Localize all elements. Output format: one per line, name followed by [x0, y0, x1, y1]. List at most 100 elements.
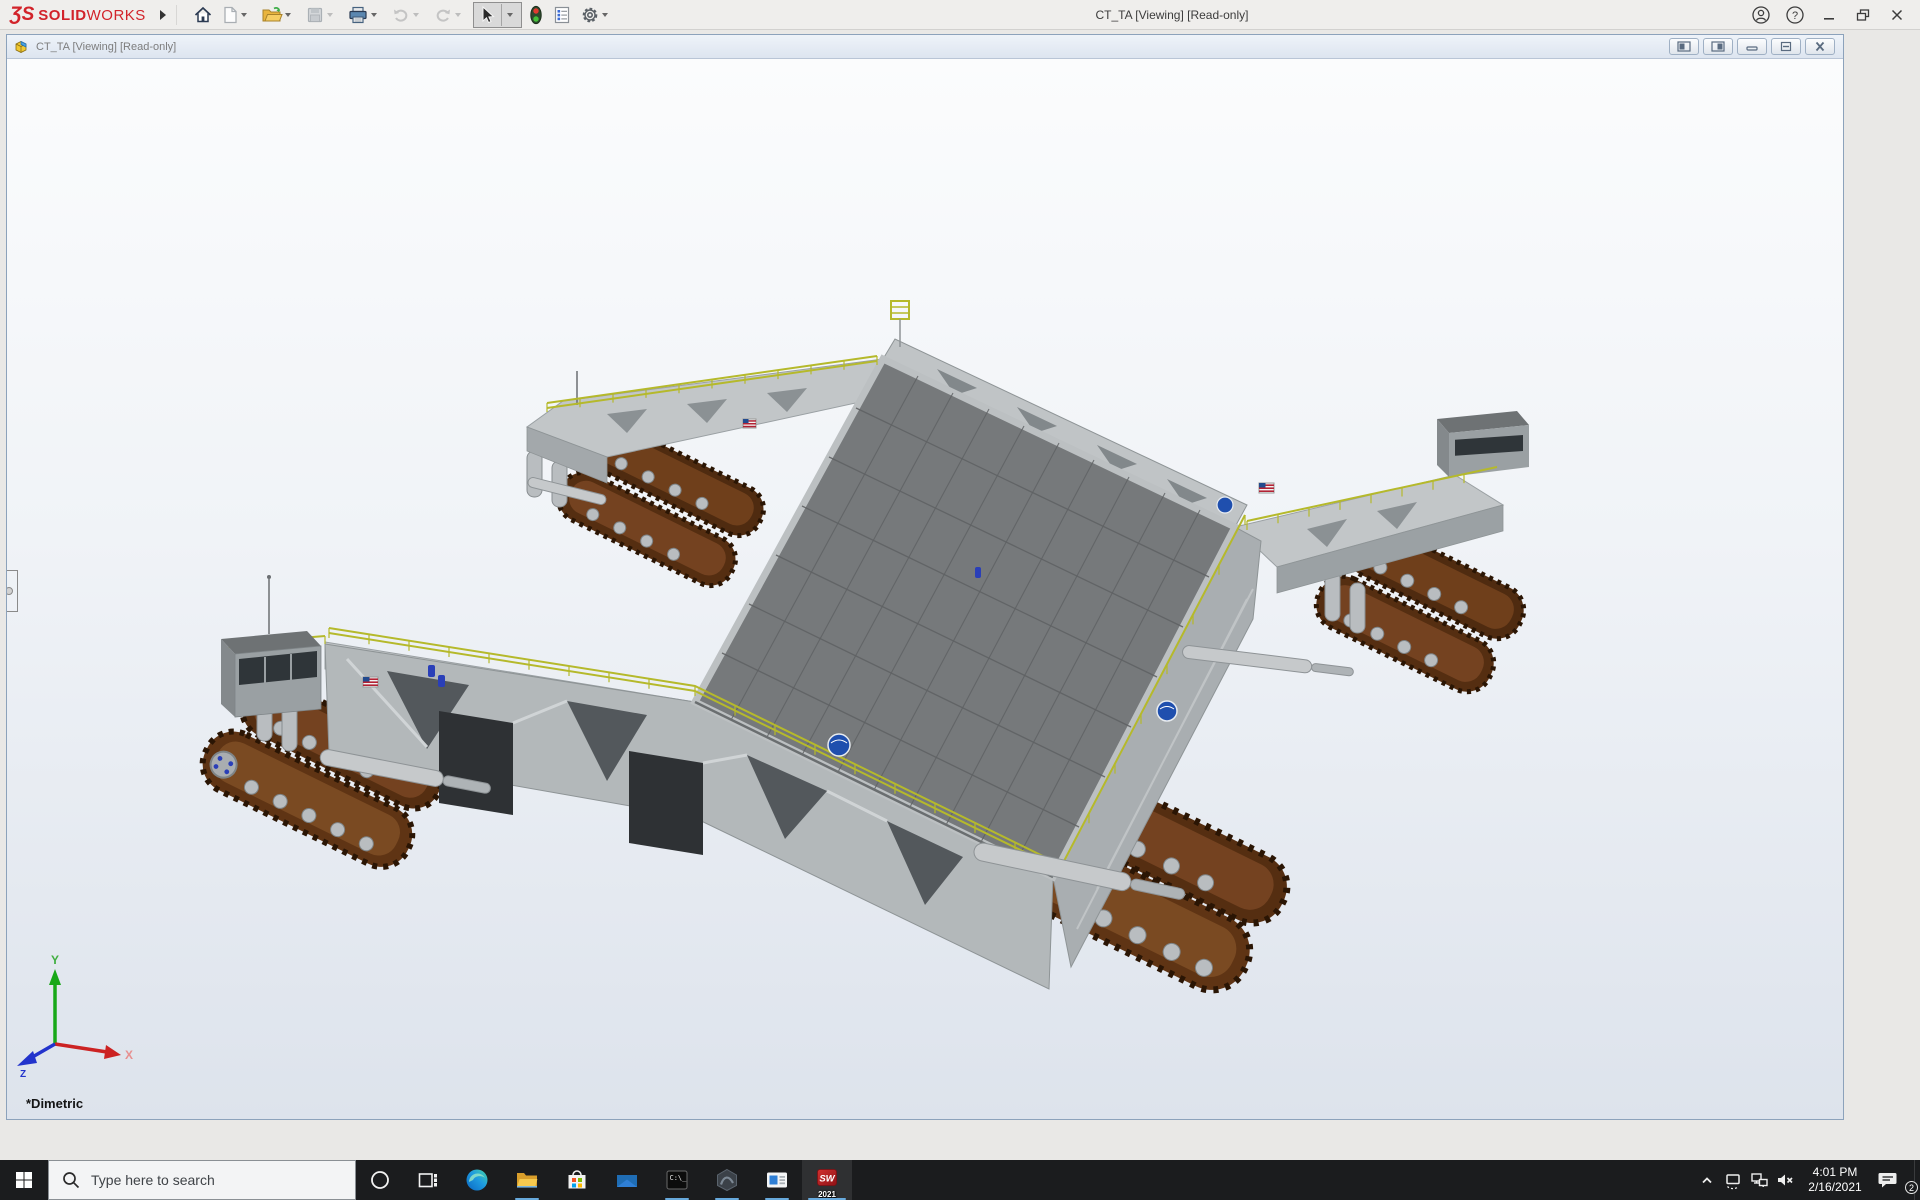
hidden-icons-chevron[interactable]	[1694, 1160, 1720, 1200]
task-view-button[interactable]	[404, 1160, 452, 1200]
start-button[interactable]	[0, 1160, 48, 1200]
display-cast-icon	[1723, 1170, 1743, 1190]
rebuild-button[interactable]	[524, 1, 548, 29]
mail-icon	[614, 1167, 640, 1193]
title-bar: ƷS SOLID WORKS	[0, 0, 1920, 30]
new-document-dropdown[interactable]	[241, 13, 247, 17]
doc-restore-button[interactable]	[1771, 38, 1801, 55]
minimize-button[interactable]	[1812, 0, 1846, 30]
brand-solid: SOLID	[38, 7, 86, 24]
window-controls: ?	[1744, 0, 1914, 30]
taskbar-app-microsoft-store[interactable]	[552, 1160, 602, 1200]
edge-icon	[464, 1167, 490, 1193]
print-dropdown[interactable]	[371, 13, 377, 17]
taskbar-app-mail[interactable]	[602, 1160, 652, 1200]
tile-left-button[interactable]	[1669, 38, 1699, 55]
show-desktop-button[interactable]	[1914, 1160, 1920, 1200]
taskbar-app-command-prompt[interactable]: C:\_	[652, 1160, 702, 1200]
triad-y-label: Y	[51, 953, 59, 967]
taskbar-app-hexagon[interactable]	[702, 1160, 752, 1200]
account-button[interactable]	[1744, 0, 1778, 30]
select-cursor-icon	[476, 4, 498, 26]
action-center-button[interactable]: 2	[1872, 1160, 1906, 1200]
taskbar-app-edge[interactable]	[452, 1160, 502, 1200]
network-icon	[1749, 1170, 1769, 1190]
network-button[interactable]	[1746, 1160, 1772, 1200]
cortana-icon	[369, 1169, 391, 1191]
pane-handle-knob[interactable]	[7, 587, 13, 595]
file-properties-button[interactable]	[548, 1, 576, 29]
taskbar-clock[interactable]: 4:01 PM 2/16/2021	[1802, 1165, 1868, 1195]
solidworks-application: ƷS SOLID WORKS	[0, 0, 1920, 1200]
cortana-button[interactable]	[356, 1160, 404, 1200]
solidworks-year-label: 2021	[818, 1190, 836, 1199]
open-dropdown[interactable]	[285, 13, 291, 17]
workspace: CT_TA [Viewing] [Read-only]	[0, 30, 1920, 1160]
select-dropdown[interactable]	[507, 13, 513, 17]
doc-minimize-icon	[1745, 41, 1759, 52]
redo-dropdown[interactable]	[455, 13, 461, 17]
undo-dropdown[interactable]	[413, 13, 419, 17]
select-tool-pressed[interactable]	[473, 2, 522, 28]
doc-minimize-button[interactable]	[1737, 38, 1767, 55]
restore-button[interactable]	[1846, 0, 1880, 30]
taskbar-app-file-explorer[interactable]	[502, 1160, 552, 1200]
search-input[interactable]	[91, 1172, 341, 1188]
action-center-icon	[1876, 1167, 1902, 1193]
search-icon	[61, 1170, 81, 1190]
system-tray: 4:01 PM 2/16/2021 2	[1694, 1160, 1920, 1200]
close-button[interactable]	[1880, 0, 1914, 30]
display-cast-button[interactable]	[1720, 1160, 1746, 1200]
home-button[interactable]	[189, 1, 217, 29]
document-title-bar[interactable]: CT_TA [Viewing] [Read-only]	[7, 35, 1843, 59]
new-document-icon	[221, 5, 239, 25]
doc-close-button[interactable]	[1805, 38, 1835, 55]
taskbar-app-solidworks[interactable]: SW 2021	[802, 1160, 852, 1200]
print-icon	[347, 5, 369, 25]
options-button[interactable]	[576, 1, 618, 29]
taskbar-app-window[interactable]	[752, 1160, 802, 1200]
close-icon	[1889, 7, 1905, 23]
taskbar-search-box[interactable]	[48, 1160, 356, 1200]
save-icon	[305, 5, 325, 25]
feature-manager-collapsed-handle[interactable]	[7, 570, 18, 612]
chevron-up-icon	[1698, 1171, 1716, 1189]
volume-muted-icon	[1775, 1170, 1795, 1190]
notification-count-badge: 2	[1905, 1181, 1918, 1194]
cmd-glyph: C:\_	[670, 1174, 688, 1182]
new-document-button[interactable]	[217, 1, 257, 29]
options-dropdown[interactable]	[602, 13, 608, 17]
task-view-icon	[417, 1169, 439, 1191]
undo-button[interactable]	[387, 1, 429, 29]
command-prompt-icon: C:\_	[664, 1167, 690, 1193]
triad-z-label: Z	[20, 1069, 26, 1080]
operator-cab	[221, 575, 321, 717]
tile-right-button[interactable]	[1703, 38, 1733, 55]
document-window-buttons	[1669, 38, 1835, 55]
print-button[interactable]	[343, 1, 387, 29]
volume-button[interactable]	[1772, 1160, 1798, 1200]
save-dropdown[interactable]	[327, 13, 333, 17]
view-orientation-label: *Dimetric	[26, 1096, 83, 1111]
graphics-viewport[interactable]: Y X Z *Dimetric	[7, 59, 1843, 1119]
options-gear-icon	[580, 5, 600, 25]
crawler-transporter-model[interactable]: Y X Z	[7, 59, 1843, 1119]
quick-access-toolbar	[189, 0, 618, 30]
hexagon-app-icon	[714, 1167, 740, 1193]
file-explorer-icon	[514, 1167, 540, 1193]
open-folder-icon	[261, 5, 283, 25]
solidworks-logo: ƷS SOLID WORKS	[10, 4, 146, 26]
tile-left-icon	[1677, 41, 1691, 52]
menu-flyout-arrow-icon[interactable]	[160, 10, 166, 20]
svg-text:?: ?	[1792, 10, 1798, 22]
save-button[interactable]	[301, 1, 343, 29]
restore-icon	[1855, 7, 1871, 23]
open-button[interactable]	[257, 1, 301, 29]
brand-works: WORKS	[87, 7, 146, 24]
redo-button[interactable]	[429, 1, 471, 29]
help-button[interactable]: ?	[1778, 0, 1812, 30]
tile-right-icon	[1711, 41, 1725, 52]
clock-date: 2/16/2021	[1802, 1180, 1868, 1195]
app-window-icon	[764, 1167, 790, 1193]
windows-taskbar: C:\_ SW 2021	[0, 1160, 1920, 1200]
